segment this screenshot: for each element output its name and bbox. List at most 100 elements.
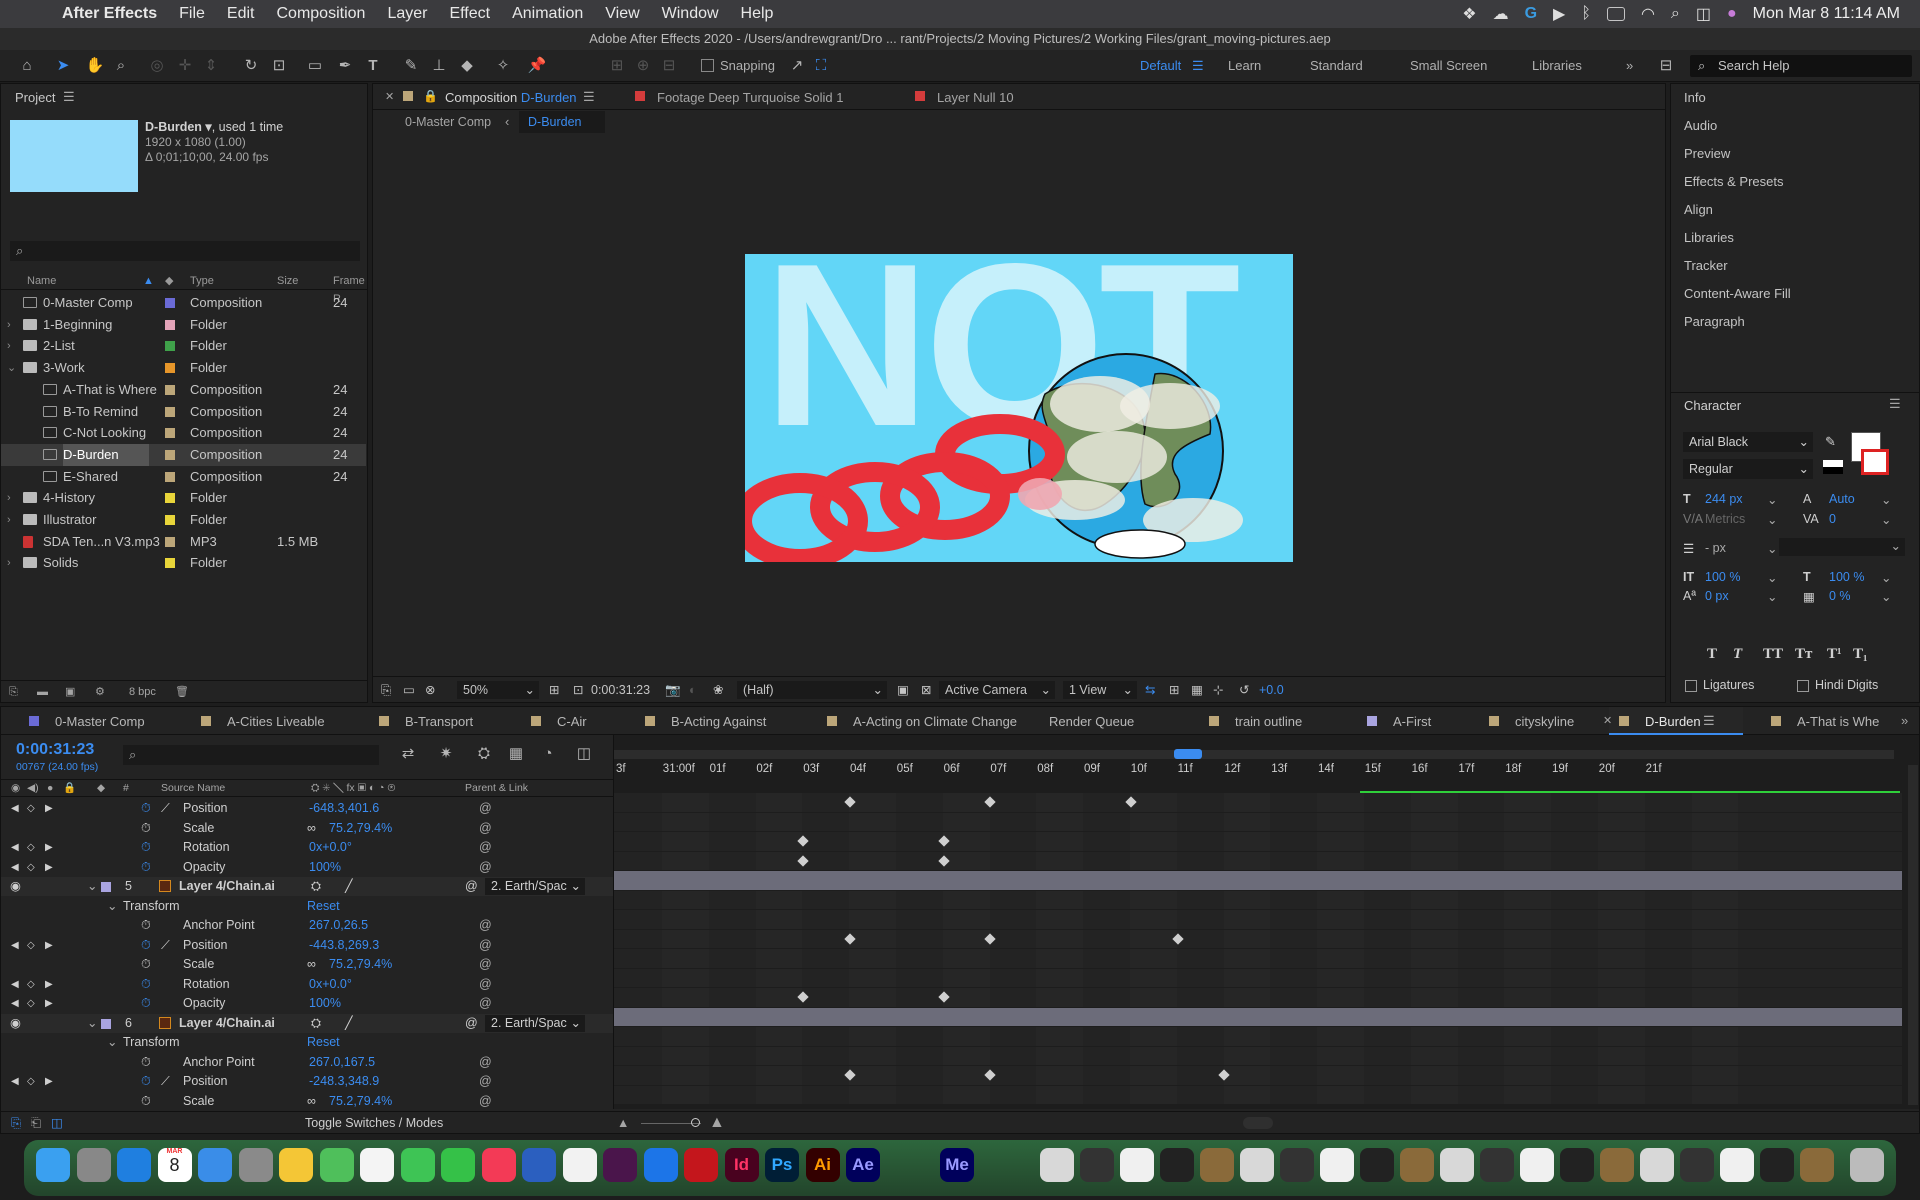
faux-italic-button[interactable]: T	[1733, 646, 1742, 663]
property-value[interactable]: -248.3,348.9	[309, 1072, 379, 1091]
dock-document-icon[interactable]	[1080, 1148, 1114, 1182]
font-family-select[interactable]: Arial Black ⌄	[1683, 432, 1813, 452]
subscript-button[interactable]: T₁	[1853, 646, 1868, 663]
dropbox-status-icon[interactable]: ❖	[1462, 4, 1476, 24]
stopwatch-icon[interactable]: ⏱	[141, 1092, 151, 1110]
chrome-icon[interactable]	[562, 1148, 597, 1182]
pick-whip-icon[interactable]: @	[465, 877, 478, 896]
disclosure-icon[interactable]: ›	[7, 509, 11, 531]
resolution-select[interactable]: (Half) ⌄	[737, 681, 887, 699]
ligatures-checkbox[interactable]	[1685, 680, 1697, 692]
control-center-icon[interactable]: ◫	[1696, 4, 1711, 24]
horizontal-scale-value[interactable]: 100 %	[1829, 570, 1864, 584]
expression-pick-whip-icon[interactable]: @	[479, 1092, 492, 1110]
collapse-icon[interactable]: ⌄	[87, 877, 97, 896]
disclosure-icon[interactable]: ›	[7, 314, 11, 336]
layer-duration-bar[interactable]	[614, 1007, 1902, 1026]
transparency-grid-icon[interactable]: ⊠	[921, 677, 931, 703]
transform-group-row[interactable]: ⌄ Transform Reset	[1, 1033, 613, 1052]
zoom-tool-icon[interactable]: ⌕	[110, 55, 132, 77]
menu-edit[interactable]: Edit	[227, 5, 255, 23]
workspace-toggle-icon[interactable]: ⊟	[1655, 55, 1677, 77]
project-settings-icon[interactable]: ⚙	[95, 681, 105, 703]
property-row[interactable]: ⏱ Scale ∞ 75.2,79.4% @	[1, 819, 613, 838]
graph-icon[interactable]: ⟋	[161, 936, 170, 955]
snapshot-icon[interactable]: 📷	[665, 677, 681, 703]
constrain-proportions-icon[interactable]: ∞	[307, 955, 316, 974]
column-type[interactable]: Type	[190, 272, 214, 290]
finder-icon[interactable]	[36, 1148, 70, 1182]
spotlight-search-icon[interactable]: ⌕	[1671, 5, 1680, 23]
label-color[interactable]	[165, 515, 175, 525]
timeline-tab[interactable]: B-Acting Against	[671, 714, 766, 729]
zoom-in-icon[interactable]: ▲	[709, 1112, 725, 1134]
dock-document-icon[interactable]	[1800, 1148, 1834, 1182]
property-row[interactable]: ⏱ Scale ∞ 75.2,79.4% @	[1, 1092, 613, 1110]
time-navigator[interactable]	[614, 750, 1894, 759]
timeline-tab[interactable]: A-That is Whe	[1797, 714, 1879, 729]
toggle-switches-modes[interactable]: Toggle Switches / Modes	[305, 1112, 443, 1134]
property-track[interactable]	[614, 949, 1902, 968]
dock-document-icon[interactable]	[1520, 1148, 1554, 1182]
property-track[interactable]	[614, 929, 1902, 948]
project-tab[interactable]: Project	[15, 90, 55, 105]
property-value[interactable]: 75.2,79.4%	[329, 1092, 392, 1110]
dolly-camera-icon[interactable]: ⇕	[200, 55, 222, 77]
timeline-tab[interactable]: cityskyline	[1515, 714, 1574, 729]
next-keyframe-icon[interactable]: ▶	[45, 838, 53, 857]
layer-color-label[interactable]	[101, 882, 111, 892]
illustrator-icon[interactable]: Ai	[805, 1148, 840, 1182]
expression-pick-whip-icon[interactable]: @	[479, 916, 492, 935]
panel-paragraph[interactable]: Paragraph	[1684, 314, 1745, 329]
project-row[interactable]: 0-Master Comp Composition 24	[1, 292, 366, 314]
label-color[interactable]	[165, 406, 175, 417]
eye-icon[interactable]: ◉	[10, 1014, 21, 1033]
expression-pick-whip-icon[interactable]: @	[479, 799, 492, 818]
vertical-scale-value[interactable]: 100 %	[1705, 570, 1740, 584]
add-keyframe-icon[interactable]: ◇	[27, 936, 35, 955]
brush-tool-icon[interactable]: ✎	[400, 55, 422, 77]
panel-content-aware-fill[interactable]: Content-Aware Fill	[1684, 286, 1791, 301]
project-row[interactable]: C-Not Looking Composition 24	[1, 422, 366, 444]
collapse-icon[interactable]: ⌄	[87, 1014, 97, 1033]
dock-document-icon[interactable]	[1640, 1148, 1674, 1182]
add-keyframe-icon[interactable]: ◇	[27, 1072, 35, 1091]
layer-row[interactable]: ◉ ⌄ 5 Layer 4/Chain.ai ⛭ ╱ @2. Earth/Spac ⌄	[1, 877, 613, 896]
tsume-value[interactable]: 0 %	[1829, 589, 1851, 603]
play-icon[interactable]: ▶	[1553, 4, 1565, 24]
project-row[interactable]: D-Burden Composition 24	[1, 443, 366, 466]
dock-document-icon[interactable]	[1680, 1148, 1714, 1182]
prev-keyframe-icon[interactable]: ◀	[11, 994, 19, 1013]
timeline-tab[interactable]: A-Cities Liveable	[227, 714, 325, 729]
timeline-tab[interactable]: train outline	[1235, 714, 1302, 729]
stopwatch-icon[interactable]: ⏱	[141, 1053, 151, 1072]
property-value[interactable]: -648.3,401.6	[309, 799, 379, 818]
acrobat-icon[interactable]	[684, 1148, 718, 1182]
menu-window[interactable]: Window	[662, 5, 719, 23]
panel-preview[interactable]: Preview	[1684, 146, 1730, 161]
project-row[interactable]: › 2-List Folder	[1, 335, 366, 357]
column-source-name[interactable]: Source Name	[161, 780, 225, 797]
menu-layer[interactable]: Layer	[387, 5, 427, 23]
property-track[interactable]	[614, 1066, 1902, 1085]
dock-document-icon[interactable]	[1240, 1148, 1274, 1182]
dock-document-icon[interactable]	[1600, 1148, 1634, 1182]
label-color[interactable]	[165, 319, 175, 330]
word-icon[interactable]	[522, 1148, 556, 1182]
graph-editor-icon[interactable]: ◫	[573, 743, 595, 765]
property-track[interactable]	[614, 890, 1902, 909]
timeline-tab[interactable]: Render Queue	[1049, 714, 1134, 729]
column-name[interactable]: Name	[27, 272, 56, 290]
clone-stamp-icon[interactable]: ⊥	[428, 55, 450, 77]
layer-name[interactable]: Layer 4/Chain.ai	[179, 1014, 275, 1033]
label-color[interactable]	[165, 558, 175, 569]
column-parent-link[interactable]: Parent & Link	[465, 780, 528, 797]
property-value[interactable]: 75.2,79.4%	[329, 819, 392, 838]
label-color[interactable]	[165, 536, 175, 547]
new-comp-icon[interactable]: ▣	[65, 681, 75, 703]
tab-menu-icon[interactable]: ☰	[583, 89, 595, 105]
expression-pick-whip-icon[interactable]: @	[479, 936, 492, 955]
panel-menu-icon[interactable]: ☰	[63, 89, 75, 105]
menu-help[interactable]: Help	[741, 5, 774, 23]
bit-depth[interactable]: 8 bpc	[129, 681, 156, 703]
